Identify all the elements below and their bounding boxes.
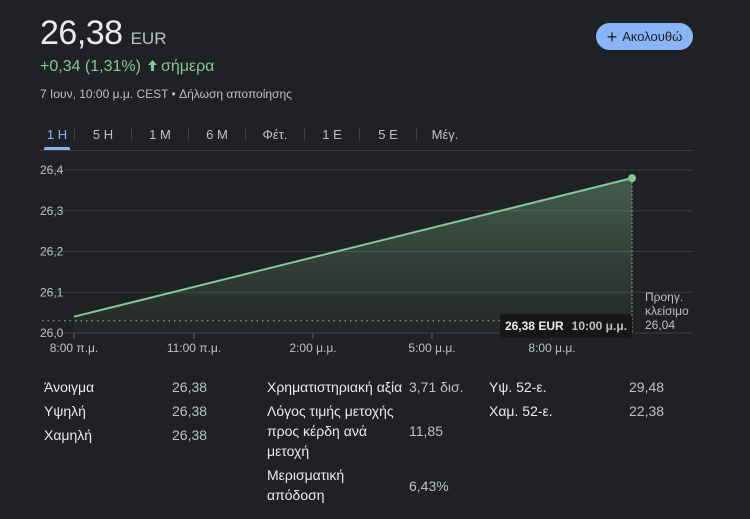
tab-label: 5 Ε — [378, 126, 398, 142]
chart-tooltip: 26,38 EUR 10:00 μ.μ. — [500, 314, 632, 338]
timestamp-disclaimer[interactable]: 7 Ιουν, 10:00 μ.μ. CEST • Δήλωση αποποίη… — [40, 87, 292, 101]
stat-div-label-2: απόδοση — [267, 487, 325, 503]
tooltip-price: 26,38 EUR — [504, 319, 564, 333]
stat-high52-value: 29,48 — [629, 379, 665, 395]
tab-1y[interactable]: 1 Ε — [305, 120, 359, 148]
stat-mktcap-value: 3,71 δισ. — [409, 379, 464, 395]
stat-mktcap-label: Χρηματιστηριακή αξία — [267, 379, 403, 395]
stat-pe-value: 11,85 — [409, 423, 443, 439]
prev-close-value: 26,04 — [645, 318, 676, 332]
tab-max[interactable]: Μέγ. — [417, 120, 473, 148]
arrow-up-icon — [147, 59, 158, 76]
x-tick-label: 8:00 π.μ. — [50, 341, 99, 355]
x-tick-label: 2:00 μ.μ. — [289, 341, 336, 355]
x-tick-label: 5:00 μ.μ. — [408, 341, 455, 355]
follow-button-label: Ακολουθώ — [622, 29, 683, 44]
previous-close-label: Προηγ. κλείσιμο 26,04 — [645, 290, 689, 332]
stat-open-label: Άνοιγμα — [44, 379, 95, 395]
tab-5y[interactable]: 5 Ε — [360, 120, 416, 148]
stat-pe-label-3: μετοχή — [267, 443, 310, 459]
follow-button[interactable]: + Ακολουθώ — [596, 23, 693, 50]
current-price: 26,38 — [40, 14, 123, 52]
stat-low52-value: 22,38 — [629, 403, 665, 419]
stat-pe-label-1: Λόγος τιμής μετοχής — [267, 403, 394, 419]
stat-pe-label-2: προς κέρδη ανά — [267, 423, 367, 439]
tab-1d[interactable]: 1 Η — [40, 120, 74, 150]
y-tick-label: 26,4 — [40, 163, 64, 177]
y-tick-label: 26,0 — [40, 326, 64, 340]
tooltip-time: 10:00 μ.μ. — [571, 319, 628, 333]
y-tick-label: 26,3 — [40, 204, 64, 218]
y-tick-label: 26,1 — [40, 285, 64, 299]
tab-label: 6 Μ — [206, 126, 228, 142]
tab-label: Φέτ. — [262, 126, 288, 142]
stat-high-label: Υψηλή — [44, 403, 86, 419]
stat-div-label-1: Μερισματική — [267, 467, 345, 483]
change-value: +0,34 (1,31%) — [40, 58, 141, 75]
plus-icon: + — [606, 26, 618, 47]
tab-label: 1 Η — [46, 126, 68, 142]
price-header: 26,38 EUR — [40, 14, 167, 53]
x-tick-label: 11:00 π.μ. — [167, 341, 221, 355]
price-change: +0,34 (1,31%) σήμερα — [40, 58, 214, 76]
range-tabs: 1 Η 5 Η 1 Μ 6 Μ Φέτ. 1 Ε 5 Ε Μέγ. — [40, 120, 473, 150]
tab-label: 1 Μ — [149, 126, 171, 142]
stat-high52-label: Υψ. 52-ε. — [489, 379, 547, 395]
tab-label: 5 Η — [92, 126, 114, 142]
stat-high-value: 26,38 — [172, 403, 208, 419]
prev-close-line1: Προηγ. — [645, 290, 684, 304]
stat-low52-label: Χαμ. 52-ε. — [489, 403, 553, 419]
stat-div-value: 6,43% — [409, 478, 449, 494]
change-period: σήμερα — [160, 58, 215, 75]
prev-close-line2: κλείσιμο — [645, 304, 689, 318]
tab-label: Μέγ. — [431, 126, 459, 142]
y-tick-label: 26,2 — [40, 245, 64, 259]
currency-code: EUR — [130, 29, 167, 48]
stat-low-label: Χαμηλή — [44, 427, 93, 443]
price-chart[interactable]: 26,0 26,1 26,2 26,3 26,4 8:00 π.μ. 11:00 π.μ. 2… — [0, 150, 750, 360]
stat-low-value: 26,38 — [172, 427, 208, 443]
tab-ytd[interactable]: Φέτ. — [246, 120, 304, 148]
current-point — [628, 174, 636, 183]
tab-label: 1 Ε — [322, 126, 342, 142]
tab-6m[interactable]: 6 Μ — [189, 120, 245, 148]
tab-5d[interactable]: 5 Η — [75, 120, 131, 148]
price-area — [74, 178, 632, 333]
tab-1m[interactable]: 1 Μ — [132, 120, 188, 148]
x-tick-label: 8:00 μ.μ. — [528, 341, 575, 355]
stat-open-value: 26,38 — [172, 379, 208, 395]
